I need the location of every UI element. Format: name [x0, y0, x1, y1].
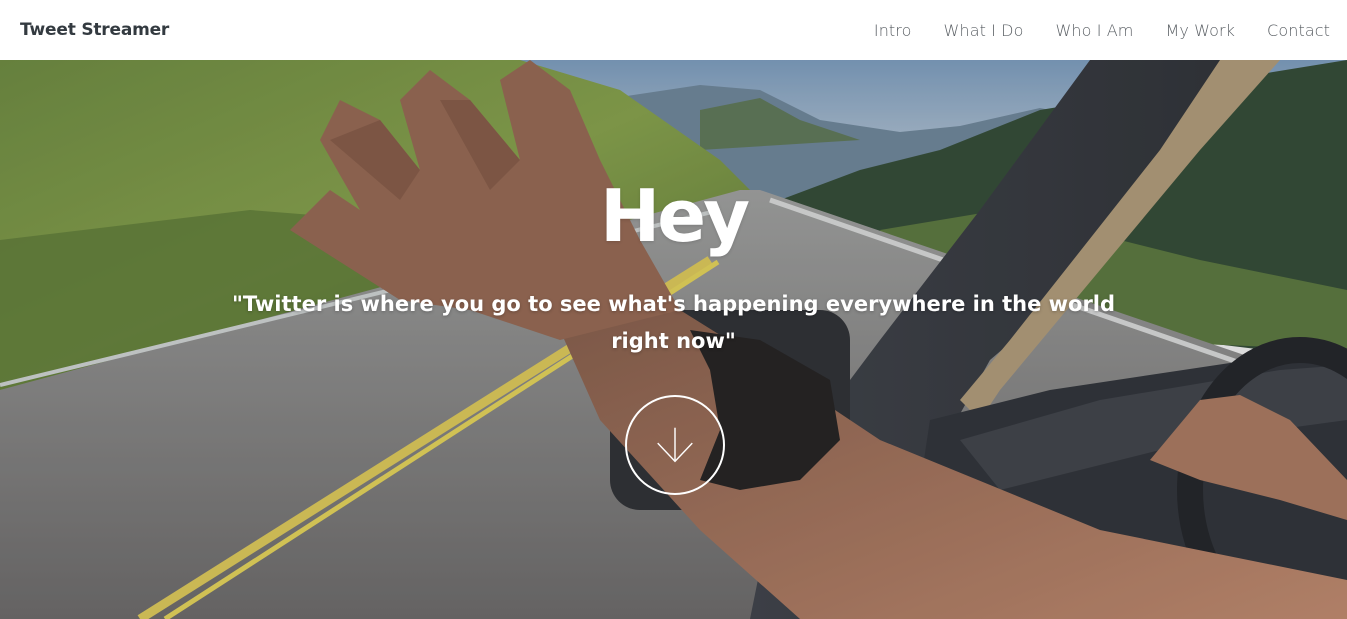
hero-quote: "Twitter is where you go to see what's h… [231, 292, 1116, 353]
nav-link-contact[interactable]: Contact [1267, 21, 1330, 40]
arrow-down-icon [657, 427, 693, 463]
nav-link-what-i-do[interactable]: What I Do [944, 21, 1024, 40]
scroll-down-button[interactable] [625, 395, 725, 495]
hero-section: Hey "Twitter is where you go to see what… [0, 60, 1347, 619]
main-nav: Intro What I Do Who I Am My Work Contact [842, 21, 1330, 40]
nav-link-my-work[interactable]: My Work [1165, 21, 1235, 40]
hero-title: Hey [599, 174, 750, 258]
nav-link-intro[interactable]: Intro [874, 21, 912, 40]
top-navbar: Tweet Streamer Intro What I Do Who I Am … [0, 0, 1347, 60]
nav-link-who-i-am[interactable]: Who I Am [1055, 21, 1133, 40]
brand-logo-link[interactable]: Tweet Streamer [20, 20, 169, 40]
hero-content: Hey "Twitter is where you go to see what… [0, 60, 1347, 619]
